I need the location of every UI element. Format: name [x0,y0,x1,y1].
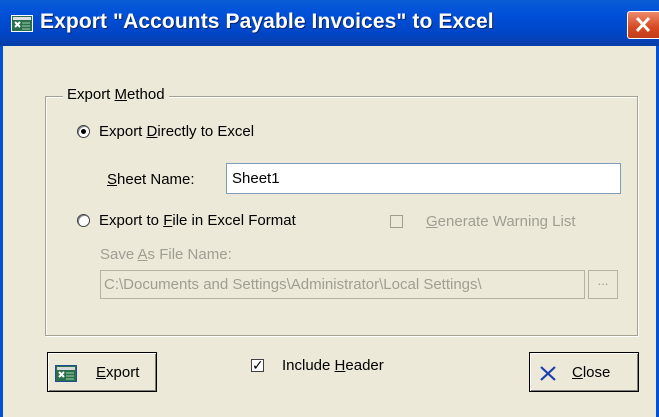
include-header-checkbox[interactable]: ✓ [251,357,264,373]
radio-selected-dot [81,129,86,134]
excel-export-icon [55,365,77,382]
x-icon [540,366,556,381]
window-title: Export "Accounts Payable Invoices" to Ex… [40,10,494,33]
title-bar[interactable]: Export "Accounts Payable Invoices" to Ex… [0,0,659,46]
export-method-label: Export Method [63,86,169,103]
save-as-input[interactable] [100,270,585,299]
close-x-icon [635,16,651,33]
export-button-label: Export [96,364,140,381]
export-dialog: Export "Accounts Payable Invoices" to Ex… [0,0,659,417]
checkmark-icon: ✓ [252,357,264,373]
excel-export-icon [11,15,33,32]
window-close-button[interactable] [627,11,659,39]
close-button[interactable]: Close [529,352,639,392]
sheet-name-label: Sheet Name: [107,171,195,188]
export-to-file-label[interactable]: Export to File in Excel Format [99,212,296,229]
close-button-label: Close [572,364,611,381]
window-border-left [0,46,3,417]
sheet-name-input[interactable] [226,163,621,194]
save-as-label: Save As File Name: [100,246,232,263]
export-to-file-radio[interactable] [77,214,90,227]
include-header-label[interactable]: Include Header [282,357,384,374]
export-button[interactable]: Export [47,352,157,392]
export-directly-radio[interactable] [77,125,90,138]
generate-warning-checkbox[interactable] [390,215,403,228]
generate-warning-label: Generate Warning List [426,213,576,230]
browse-button[interactable]: ... [588,270,618,299]
export-directly-label[interactable]: Export Directly to Excel [99,123,254,140]
